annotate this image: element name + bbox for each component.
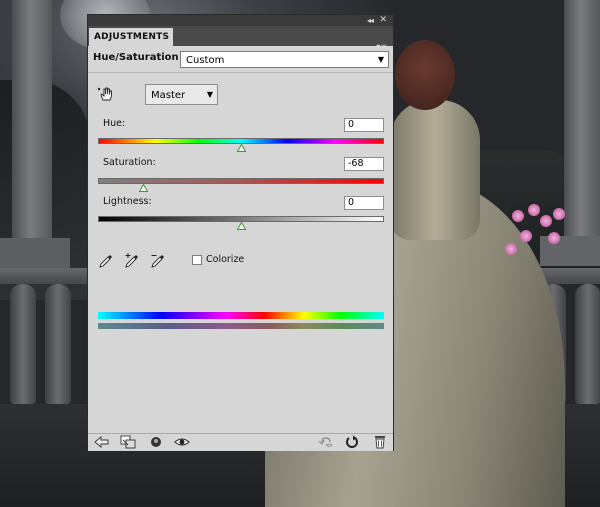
collapse-panel-icon[interactable]: ◂◂ bbox=[367, 15, 374, 26]
input-color-spectrum-bar bbox=[98, 312, 384, 319]
stone-column-right bbox=[564, 0, 600, 250]
saturation-label: Saturation: bbox=[103, 157, 156, 168]
column-base-left bbox=[0, 238, 70, 268]
tab-adjustments[interactable]: ADJUSTMENTS bbox=[89, 28, 173, 46]
baluster bbox=[575, 284, 600, 404]
lightness-value-field[interactable]: 0 bbox=[344, 196, 384, 210]
woman-head bbox=[395, 40, 455, 110]
preset-value: Custom bbox=[186, 55, 225, 66]
pink-flower bbox=[548, 232, 560, 244]
trash-icon[interactable] bbox=[372, 435, 388, 449]
saturation-slider-thumb[interactable] bbox=[139, 184, 149, 192]
eyedropper-icon[interactable] bbox=[98, 251, 114, 269]
targeted-adjustment-hand-icon[interactable] bbox=[97, 85, 115, 103]
adjustment-title: Hue/Saturation bbox=[93, 52, 179, 63]
channel-value: Master bbox=[151, 90, 186, 101]
chevron-down-icon: ▼ bbox=[377, 55, 384, 64]
saturation-value-field[interactable]: -68 bbox=[344, 157, 384, 171]
eyedropper-plus-icon[interactable] bbox=[124, 251, 140, 269]
adjustments-panel: ◂◂ ✕ ADJUSTMENTS ▾≡ Hue/Saturation Custo… bbox=[87, 14, 394, 451]
eye-icon[interactable] bbox=[174, 435, 190, 449]
panel-footer bbox=[88, 433, 393, 451]
colorize-label: Colorize bbox=[206, 254, 245, 265]
visibility-circle-icon[interactable] bbox=[148, 435, 164, 449]
channel-dropdown[interactable]: Master ▼ bbox=[145, 84, 218, 105]
lightness-label: Lightness: bbox=[103, 196, 152, 207]
chevron-down-icon: ▼ bbox=[206, 90, 213, 99]
pink-flower bbox=[520, 230, 532, 242]
baluster bbox=[45, 284, 71, 404]
stone-column-left bbox=[12, 0, 52, 250]
adjustment-header: Hue/Saturation Custom ▼ bbox=[88, 46, 393, 73]
panel-title-bar[interactable]: ◂◂ ✕ bbox=[88, 15, 393, 26]
pink-flower bbox=[512, 210, 524, 222]
reset-icon[interactable] bbox=[344, 435, 360, 449]
baluster bbox=[10, 284, 36, 404]
clip-to-layer-icon[interactable] bbox=[120, 435, 136, 449]
woman-bodice bbox=[390, 100, 480, 240]
pink-flower bbox=[553, 208, 565, 220]
hue-value-field[interactable]: 0 bbox=[344, 118, 384, 132]
close-panel-icon[interactable]: ✕ bbox=[379, 15, 387, 26]
preset-dropdown[interactable]: Custom ▼ bbox=[180, 51, 389, 68]
lightness-slider-thumb[interactable] bbox=[236, 222, 246, 230]
pink-flower bbox=[505, 243, 517, 255]
pink-flower bbox=[528, 204, 540, 216]
view-previous-state-icon[interactable] bbox=[318, 435, 334, 449]
hue-slider-thumb[interactable] bbox=[236, 144, 246, 152]
eyedropper-minus-icon[interactable] bbox=[150, 251, 166, 269]
hue-label: Hue: bbox=[103, 118, 126, 129]
output-color-spectrum-bar bbox=[98, 323, 384, 329]
pink-flower bbox=[540, 215, 552, 227]
panel-tab-strip: ADJUSTMENTS ▾≡ bbox=[88, 26, 393, 51]
colorize-checkbox[interactable] bbox=[192, 255, 202, 265]
back-arrow-icon[interactable] bbox=[94, 435, 110, 449]
